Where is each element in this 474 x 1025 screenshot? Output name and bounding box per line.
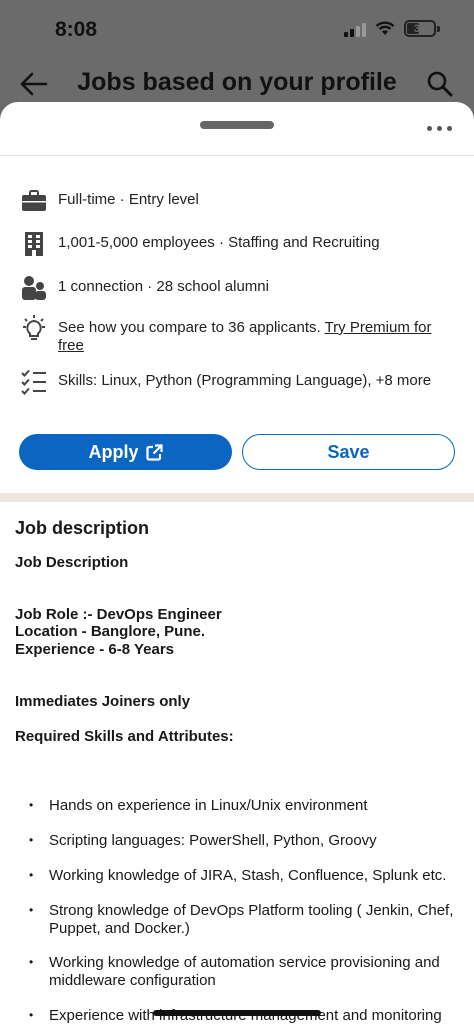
save-label: Save [327,441,370,462]
apply-button[interactable]: Apply [19,434,232,470]
more-icon[interactable] [427,126,452,131]
external-link-icon [145,443,163,461]
battery-icon: 35 [404,20,436,37]
skills-info[interactable]: Skills: Linux, Python (Programming Langu… [58,368,431,390]
try-premium-link-free[interactable]: free [58,337,84,354]
status-bar: 8:08 35 [0,0,474,62]
compare-row: See how you compare to 36 applicants. Tr… [20,315,454,355]
compare-label: See how you compare to 36 applicants. [58,319,325,336]
lightbulb-icon [20,315,48,343]
description-subheading: Job Description [15,554,129,571]
status-icons: 35 [344,20,440,37]
company-row: 1,001-5,000 employees · Staffing and Rec… [20,230,454,258]
try-premium-link[interactable]: Try Premium for [325,319,432,336]
connections-info[interactable]: 1 connection · 28 school alumni [58,274,269,296]
building-icon [20,230,48,258]
briefcase-icon [20,187,48,215]
section-separator [0,493,474,502]
signal-icon [344,21,366,37]
search-icon[interactable] [426,70,454,98]
home-indicator[interactable] [153,1010,321,1016]
job-type: Full-time · Entry level [58,191,199,208]
job-experience: Experience - 6-8 Years [15,641,174,658]
drag-handle[interactable] [200,121,274,129]
apply-label: Apply [88,441,139,462]
compare-text: See how you compare to 36 applicants. Tr… [58,315,432,355]
skills-heading: Required Skills and Attributes: [15,728,234,745]
battery-level: 35 [413,22,427,35]
status-time: 8:08 [55,18,98,41]
page-title: Jobs based on your profile [77,68,397,96]
job-type-row: Full-time · Entry level [20,187,454,215]
company-info: 1,001-5,000 employees · Staffing and Rec… [58,234,380,251]
save-button[interactable]: Save [242,434,455,470]
connections-row: 1 connection · 28 school alumni [20,274,454,302]
description-heading: Job description [15,518,150,538]
joiners-note: Immediates Joiners only [15,693,191,710]
divider [0,155,474,156]
job-role: Job Role :- DevOps Engineer [15,606,222,623]
skills-row: Skills: Linux, Python (Programming Langu… [20,368,454,396]
checklist-icon [20,368,48,396]
people-icon [20,274,48,302]
header: Jobs based on your profile [0,62,474,106]
job-location: Location - Banglore, Pune. [15,623,206,640]
job-detail-sheet: Full-time · Entry level 1,001-5,000 empl… [0,102,474,1025]
wifi-icon [375,21,395,35]
